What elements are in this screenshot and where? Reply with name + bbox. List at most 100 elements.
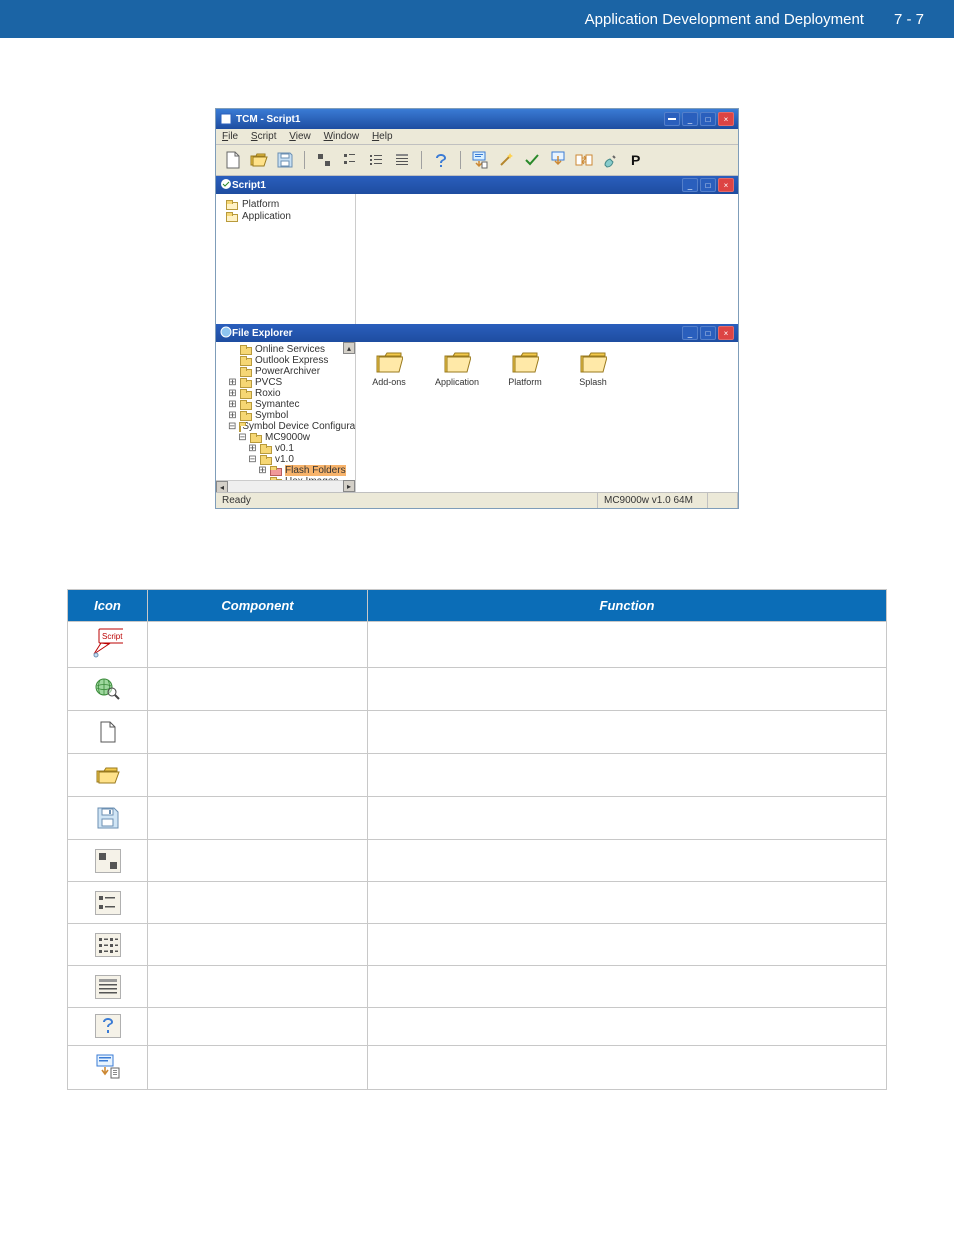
folder-icon <box>375 350 403 374</box>
download-button[interactable] <box>547 149 569 171</box>
tree-twist-icon[interactable]: ⊞ <box>248 443 257 454</box>
folder-item[interactable]: Application <box>432 350 482 387</box>
app-icon <box>220 113 232 125</box>
save-button[interactable] <box>274 149 296 171</box>
folder-icon <box>260 444 272 454</box>
tree-twist-icon[interactable]: ⊞ <box>228 377 237 388</box>
toolbar-options-button[interactable] <box>664 112 680 126</box>
menu-script[interactable]: Script <box>251 131 277 142</box>
folder-item[interactable]: Add-ons <box>364 350 414 387</box>
maximize-button[interactable]: □ <box>700 112 716 126</box>
menu-help[interactable]: Help <box>372 131 393 142</box>
table-row <box>68 1008 887 1046</box>
tree-node[interactable]: ⊟ MC9000w <box>238 432 353 443</box>
close-button[interactable]: × <box>718 112 734 126</box>
folder-icon <box>240 378 252 388</box>
tree-node[interactable]: Outlook Express <box>228 355 353 366</box>
folder-icon <box>240 345 252 355</box>
tree-twist-icon[interactable]: ⊟ <box>238 432 247 443</box>
function-cell <box>368 622 887 668</box>
folder-icon <box>240 367 252 377</box>
tree-twist-icon[interactable]: ⊟ <box>228 421 236 432</box>
tree-node-label: PVCS <box>255 377 282 388</box>
tree-node[interactable]: PowerArchiver <box>228 366 353 377</box>
tree-node[interactable]: ⊞Symantec <box>228 399 353 410</box>
details-view-button[interactable] <box>391 149 413 171</box>
script-content-pane[interactable] <box>356 194 738 324</box>
scroll-up-button[interactable]: ▴ <box>343 342 355 354</box>
function-cell <box>368 754 887 797</box>
component-cell <box>148 1008 368 1046</box>
tree-node[interactable]: ⊟Symbol Device Configuration Packages <box>228 421 353 432</box>
explorer-close-button[interactable]: × <box>718 326 734 340</box>
th-function: Function <box>368 590 887 622</box>
header-title: Application Development and Deployment <box>585 11 864 28</box>
hscrollbar[interactable]: ◂ <box>216 480 343 492</box>
tree-node[interactable]: ⊞ PVCS <box>228 377 353 388</box>
menu-window[interactable]: Window <box>324 131 360 142</box>
new-button[interactable] <box>222 149 244 171</box>
script-minimize-button[interactable]: _ <box>682 178 698 192</box>
menu-view[interactable]: View <box>289 131 311 142</box>
list-view-button[interactable] <box>365 149 387 171</box>
explorer-tree[interactable]: ▴ Online ServicesOutlook ExpressPowerArc… <box>216 342 356 492</box>
tree-twist-icon[interactable]: ⊟ <box>248 454 257 465</box>
header-page-number: 7 - 7 <box>894 11 924 28</box>
th-icon: Icon <box>68 590 148 622</box>
wand-button[interactable] <box>495 149 517 171</box>
tree-node-label: MC9000w <box>265 432 310 443</box>
open-button[interactable] <box>248 149 270 171</box>
small-icons-icon <box>95 891 121 915</box>
tree-node[interactable]: ⊟v1.0 <box>248 454 353 465</box>
tree-twist-icon[interactable]: ⊞ <box>258 465 267 476</box>
transfer-button[interactable] <box>573 149 595 171</box>
tree-node-label: Flash Folders <box>285 465 346 476</box>
minimize-button[interactable]: _ <box>682 112 698 126</box>
large-icons-button[interactable] <box>313 149 335 171</box>
small-icons-button[interactable] <box>339 149 361 171</box>
explorer-maximize-button[interactable]: □ <box>700 326 716 340</box>
window-title: TCM - Script1 <box>236 114 664 125</box>
status-right: MC9000w v1.0 64M <box>598 493 708 508</box>
tree-node[interactable]: ⊞ Roxio <box>228 388 353 399</box>
tree-node[interactable]: Online Services <box>228 344 353 355</box>
scroll-left-button[interactable]: ◂ <box>216 481 228 492</box>
folder-icon <box>226 200 238 210</box>
tree-twist-icon[interactable]: ⊞ <box>228 388 237 399</box>
check-button[interactable] <box>521 149 543 171</box>
folder-icon <box>443 350 471 374</box>
build-download-icon <box>93 1052 123 1082</box>
explorer-minimize-button[interactable]: _ <box>682 326 698 340</box>
tree-node-label: Roxio <box>255 388 281 399</box>
tcm-window: TCM - Script1 _ □ × File Script View Win… <box>215 108 739 509</box>
script-close-button[interactable]: × <box>718 178 734 192</box>
about-button[interactable] <box>430 149 452 171</box>
tree-node-label: Online Services <box>255 344 325 355</box>
list-view-icon <box>95 933 121 957</box>
explorer-icon-pane[interactable]: Add-ons Application Platform Splash <box>356 342 738 492</box>
tree-node[interactable]: ⊞ Flash Folders <box>258 465 353 476</box>
p-button[interactable]: P <box>625 149 647 171</box>
table-row <box>68 1046 887 1090</box>
folder-item[interactable]: Platform <box>500 350 550 387</box>
build-button[interactable] <box>469 149 491 171</box>
paint-button[interactable] <box>599 149 621 171</box>
folder-label: Add-ons <box>372 377 406 387</box>
script-maximize-button[interactable]: □ <box>700 178 716 192</box>
script-folder-tree[interactable]: Platform Application <box>216 194 356 324</box>
folder-icon <box>250 433 262 443</box>
folder-icon <box>270 466 282 476</box>
statusbar: Ready MC9000w v1.0 64M <box>216 492 738 508</box>
tree-node-label: v0.1 <box>275 443 294 454</box>
tree-twist-icon[interactable]: ⊞ <box>228 399 237 410</box>
tree-node[interactable]: ⊞ v0.1 <box>248 443 353 454</box>
menu-file[interactable]: File <box>222 131 238 142</box>
tree-twist-icon[interactable]: ⊞ <box>228 410 237 421</box>
status-left: Ready <box>216 493 598 508</box>
folder-icon <box>260 455 272 465</box>
tree-node[interactable]: ⊞Symbol <box>228 410 353 421</box>
details-view-icon <box>95 975 121 999</box>
component-cell <box>148 754 368 797</box>
scroll-right-button[interactable]: ▸ <box>343 480 355 492</box>
folder-item[interactable]: Splash <box>568 350 618 387</box>
